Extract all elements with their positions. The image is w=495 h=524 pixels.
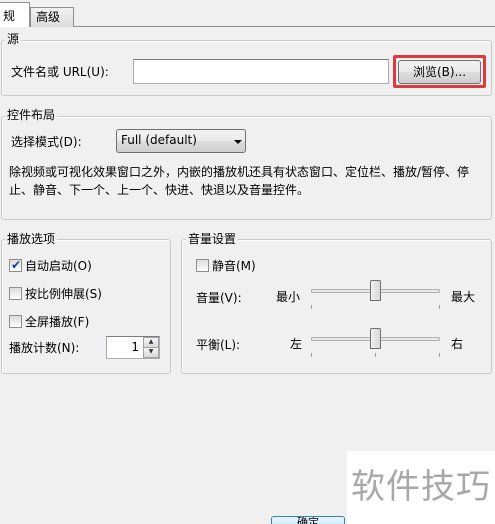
autostart-label: 自动启动(O) [25,259,92,273]
balance-right-label: 右 [451,337,464,351]
source-group-title: 源 [5,32,22,46]
play-count-down-button[interactable]: ▼ [143,347,159,358]
chevron-down-icon: ▼ [148,348,154,355]
mute-label: 静音(M) [212,259,256,273]
ok-button[interactable]: 确定 [271,516,345,524]
stretch-checkbox[interactable] [9,287,22,300]
stretch-label: 按比例伸展(S) [25,287,102,301]
tab-advanced-label: 高级 [36,10,61,24]
tab-general[interactable]: 规 [0,2,30,27]
file-url-input[interactable] [133,59,389,84]
play-count-value: 1 [131,340,139,354]
checkmark-icon: ✔ [11,258,22,272]
browse-button[interactable]: 浏览(B)... [398,60,481,84]
select-mode-label: 选择模式(D): [11,135,82,149]
fullscreen-label: 全屏播放(F) [25,315,90,329]
watermark: 软件技巧 [347,451,495,524]
layout-description-line1: 除视频或可视化效果窗口之外，内嵌的播放机还具有状态窗口、定位栏、播放/暂停、停 [9,165,470,179]
balance-left-label: 左 [290,337,303,351]
playback-options-title: 播放选项 [5,232,58,246]
balance-label: 平衡(L): [196,338,241,352]
volume-label: 音量(V): [196,291,242,305]
select-mode-value: Full (default) [121,133,197,147]
tab-strip [0,0,495,27]
volume-settings-title: 音量设置 [186,232,239,246]
select-mode-dropdown[interactable]: Full (default) [116,129,246,153]
chevron-down-icon [234,140,242,144]
browse-button-label: 浏览(B)... [412,65,467,79]
autostart-checkbox[interactable]: ✔ [9,258,22,272]
volume-min-label: 最小 [276,290,301,304]
volume-slider-thumb[interactable] [370,280,381,301]
balance-tick-right [439,353,440,357]
mute-checkbox[interactable] [196,259,209,272]
chevron-up-icon: ▲ [148,338,154,345]
volume-tick-min [311,305,312,309]
ok-button-label: 确定 [297,516,319,524]
file-url-label: 文件名或 URL(U): [11,65,109,79]
fullscreen-checkbox[interactable] [9,315,22,328]
volume-tick-max [439,305,440,309]
volume-max-label: 最大 [451,290,476,304]
control-layout-title: 控件布局 [5,108,58,122]
play-count-label: 播放计数(N): [9,341,80,355]
balance-slider-thumb[interactable] [370,328,381,349]
layout-description-line2: 止、静音、下一个、上一个、快进、快退以及音量控件。 [9,183,310,197]
balance-tick-left [311,353,312,357]
tab-general-label: 规 [3,9,16,23]
balance-tick-center [375,353,376,357]
tab-advanced[interactable]: 高级 [30,7,74,27]
